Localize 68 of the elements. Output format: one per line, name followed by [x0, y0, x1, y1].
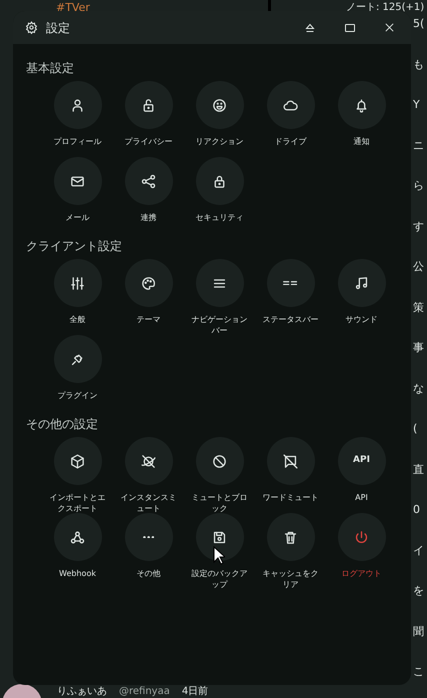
user-name: りふぁいあ [57, 686, 107, 697]
settings-item[interactable]: 通知 [326, 81, 397, 157]
post-text: 策 [413, 300, 424, 316]
post-time: 4日前 [182, 686, 208, 697]
section-heading: クライアント設定 [26, 238, 123, 255]
share-icon [140, 172, 157, 190]
settings-item[interactable]: 全般 [42, 259, 113, 335]
settings-icon [25, 21, 38, 34]
settings-item[interactable]: ナビゲーションバー [184, 259, 255, 335]
post-text: ( [413, 421, 418, 437]
post-text: こ [413, 664, 424, 680]
sliders-icon [69, 274, 86, 292]
post-text: 事 [413, 340, 424, 356]
dots-icon [142, 536, 154, 538]
settings-item[interactable]: プライバシー [113, 81, 184, 157]
note-count: ノート: 125(+1) [346, 1, 424, 15]
post-text: を [413, 583, 424, 599]
section-heading: 基本設定 [26, 60, 75, 77]
post-text: も [413, 56, 424, 72]
settings-item[interactable]: サウンド [326, 259, 397, 335]
post-text: ニ [413, 138, 424, 154]
post-text: す [413, 218, 424, 234]
settings-item[interactable]: インスタンスミュート [113, 437, 184, 513]
post-text: 直 [413, 462, 424, 478]
settings-item[interactable]: プロフィール [42, 81, 113, 157]
settings-item[interactable]: プラグイン [42, 335, 113, 411]
window-title: 設定 [46, 20, 70, 36]
music-note-icon [353, 274, 370, 292]
smiley-icon [211, 96, 228, 114]
post-text: 0 [413, 502, 421, 518]
settings-item[interactable]: その他 [113, 513, 184, 589]
eject-icon[interactable] [304, 22, 316, 34]
api-label: API [353, 454, 370, 468]
settings-item[interactable]: ログアウト [326, 513, 397, 589]
maximize-icon[interactable] [344, 22, 356, 34]
settings-item[interactable]: 連携 [113, 157, 184, 233]
planet-slash-icon [140, 452, 157, 470]
settings-item[interactable]: インポートとエクスポート [42, 437, 113, 513]
settings-item[interactable]: Webhook [42, 513, 113, 589]
settings-item[interactable]: 設定のバックアップ [184, 513, 255, 589]
mouse-cursor-icon [213, 546, 225, 565]
palette-icon [140, 274, 157, 292]
message-slash-icon [282, 452, 299, 470]
settings-item[interactable]: ステータスバー [255, 259, 326, 335]
section-heading: その他の設定 [26, 416, 99, 433]
settings-item[interactable]: ドライブ [255, 81, 326, 157]
settings-item[interactable]: メール [42, 157, 113, 233]
power-icon [353, 528, 370, 546]
post-text: 5( [413, 16, 424, 32]
prohibited-icon [211, 452, 228, 470]
settings-item[interactable]: テーマ [113, 259, 184, 335]
close-icon[interactable] [384, 22, 395, 33]
post-text: Y [413, 97, 421, 113]
post-text: イ [413, 542, 424, 558]
settings-item[interactable]: リアクション [184, 81, 255, 157]
post-text: ら [413, 178, 424, 194]
double-line-icon [283, 280, 298, 286]
settings-item[interactable]: API API [326, 437, 397, 513]
post-text: な [413, 380, 424, 396]
settings-item[interactable]: キャッシュをクリア [255, 513, 326, 589]
settings-item[interactable]: ミュートとブロック [184, 437, 255, 513]
post-text: 聞 [413, 624, 424, 640]
webhook-icon [69, 528, 86, 546]
settings-item[interactable]: セキュリティ [184, 157, 255, 233]
user-handle: @refinyaa [119, 686, 170, 697]
settings-item[interactable]: ワードミュート [255, 437, 326, 513]
cube-icon [69, 452, 86, 470]
post-text: 公 [413, 259, 424, 275]
